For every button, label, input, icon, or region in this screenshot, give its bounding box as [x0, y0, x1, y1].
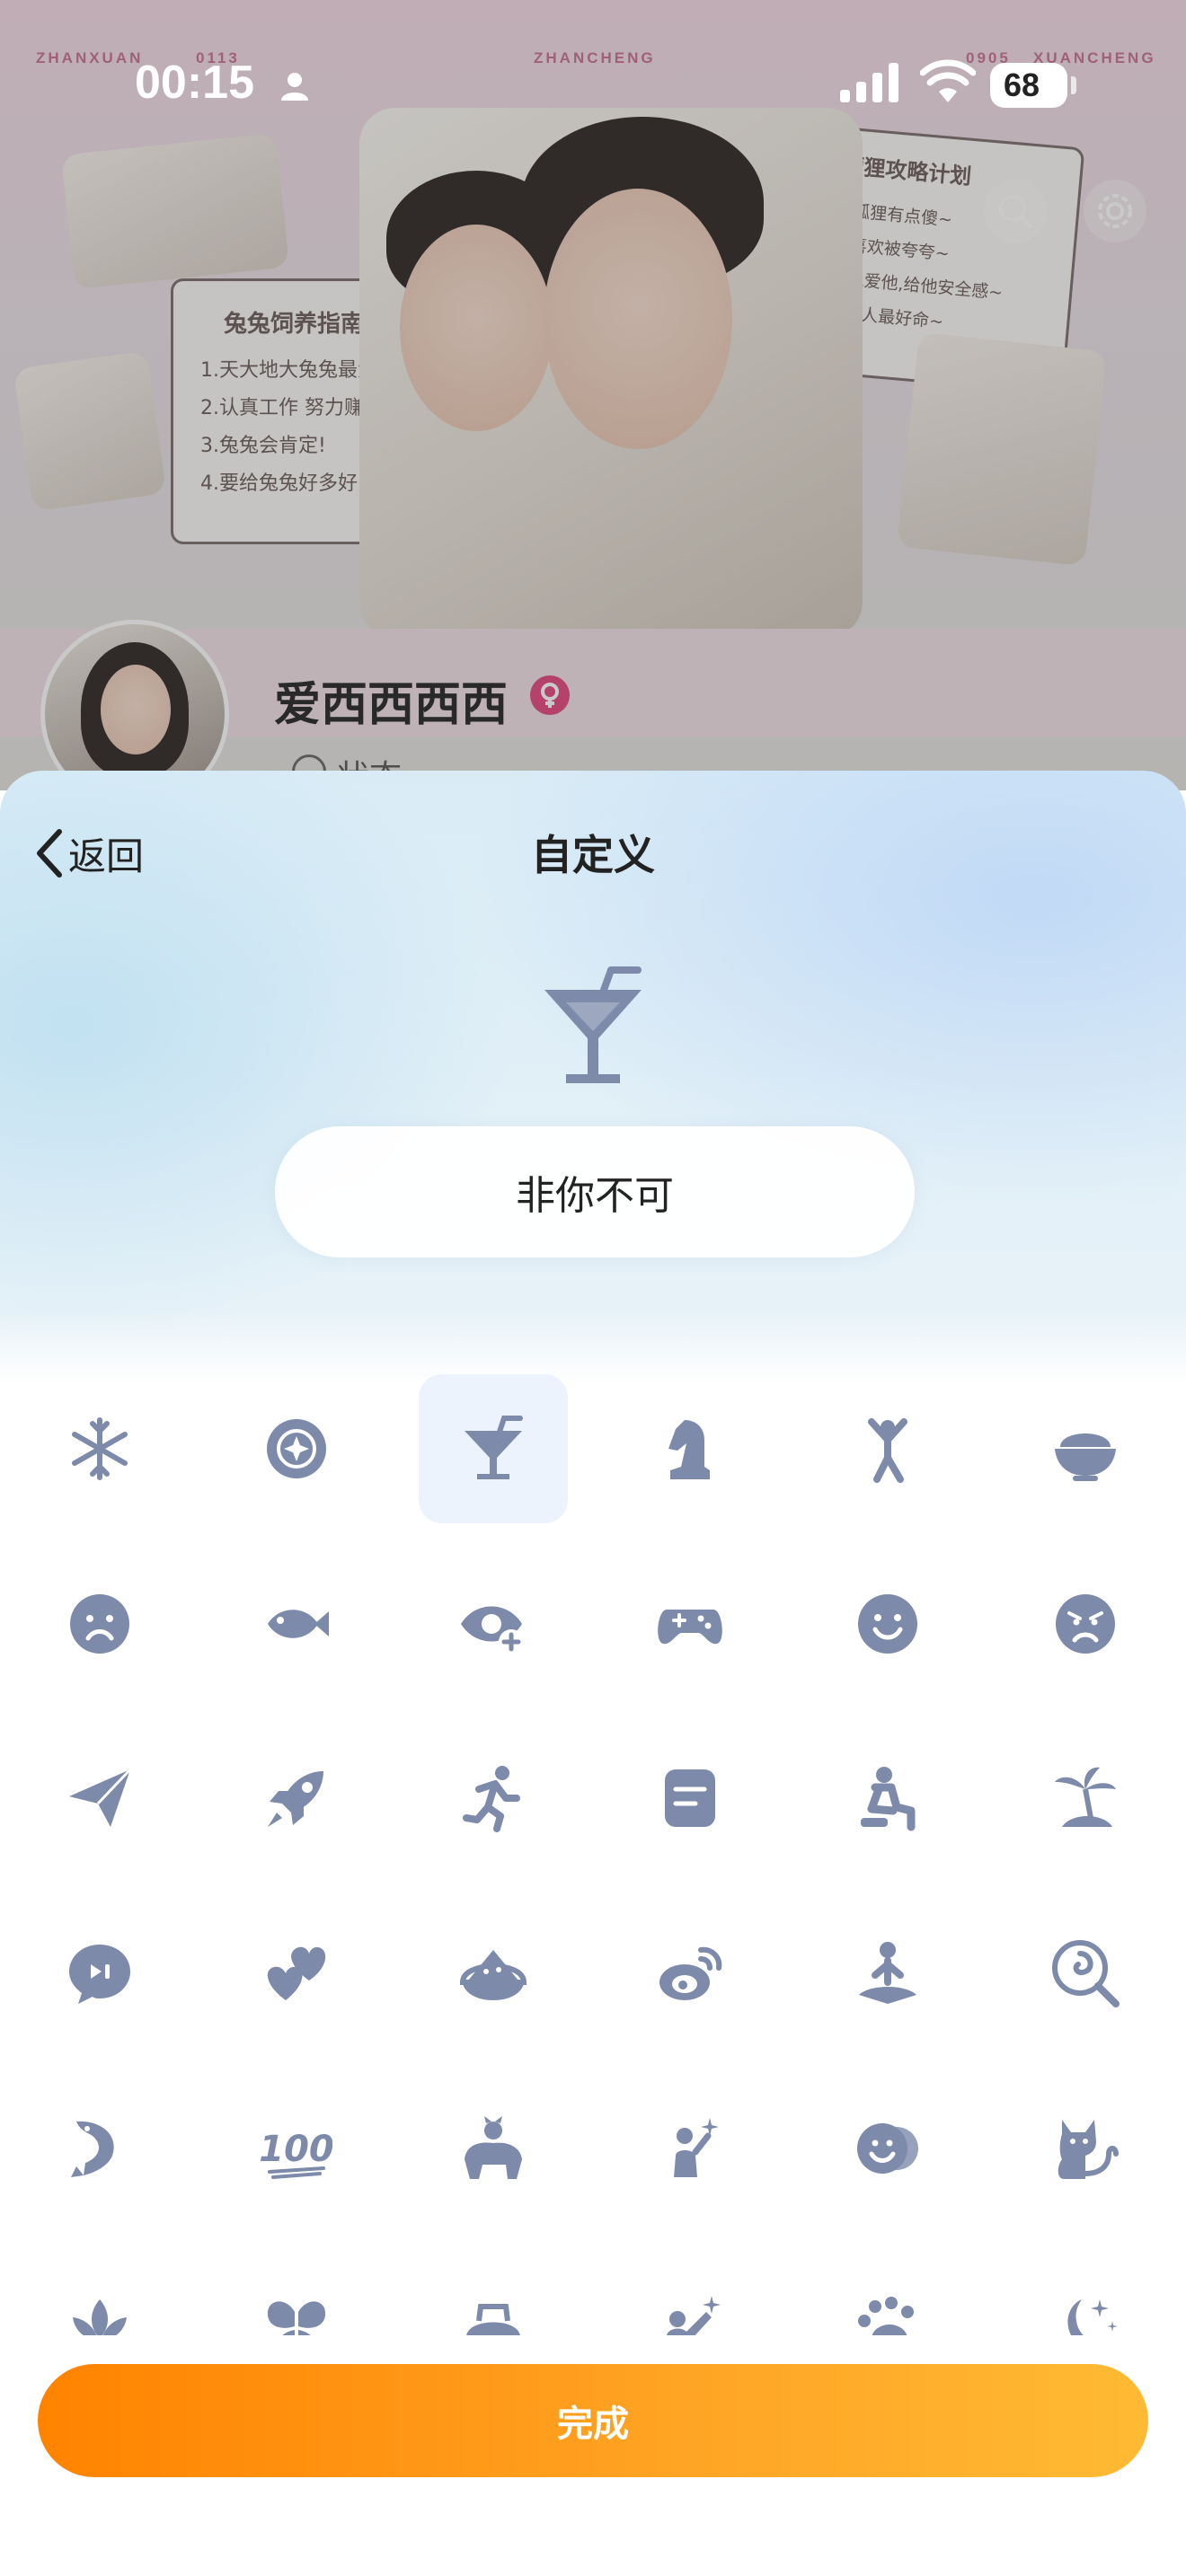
lotus-icon[interactable]	[25, 2252, 174, 2335]
battery-icon: 68	[990, 63, 1067, 108]
note-icon[interactable]	[615, 1724, 765, 1873]
cocktail-icon[interactable]	[419, 1374, 568, 1523]
person-icon	[279, 70, 311, 106]
gamepad-icon[interactable]	[615, 1549, 765, 1698]
smile-face-icon[interactable]	[813, 1549, 962, 1698]
home-indicator-area	[0, 2515, 1186, 2576]
status-text-input[interactable]	[275, 1126, 915, 1257]
cat-on-bull-icon[interactable]	[419, 2074, 568, 2223]
rice-bowl-icon[interactable]	[1011, 1374, 1160, 1523]
clock: 00:15	[135, 57, 254, 109]
confirm-label: 完成	[557, 2404, 629, 2445]
angry-face-icon[interactable]	[1011, 1549, 1160, 1698]
two-faces-icon[interactable]	[813, 2074, 962, 2223]
running-person-icon[interactable]	[419, 1724, 568, 1873]
icon-grid: 100	[0, 1374, 1186, 2335]
chess-knight-icon[interactable]	[615, 1374, 765, 1523]
wifi-icon	[919, 59, 977, 108]
sheet-title: 自定义	[531, 831, 655, 879]
svg-text:100: 100	[261, 2129, 332, 2170]
magic-person-icon[interactable]	[615, 2252, 765, 2335]
snowflake-icon[interactable]	[25, 1374, 174, 1523]
moon-stars-icon[interactable]	[1011, 2252, 1160, 2335]
selected-status-icon	[539, 965, 647, 1094]
double-heart-icon[interactable]	[222, 1899, 371, 2048]
chat-play-icon[interactable]	[25, 1899, 174, 2048]
hundred-icon[interactable]: 100	[222, 2074, 371, 2223]
confirm-button[interactable]: 完成	[38, 2364, 1148, 2477]
celebrating-person-icon[interactable]	[615, 2074, 765, 2223]
weibo-icon[interactable]	[615, 1899, 765, 2048]
paper-plane-icon[interactable]	[25, 1724, 174, 1873]
butterfly-icon[interactable]	[222, 2252, 371, 2335]
eye-plus-icon[interactable]	[419, 1549, 568, 1698]
battery-level: 68	[1003, 66, 1040, 103]
watermelon-icon[interactable]	[419, 1899, 568, 2048]
sitting-person-icon[interactable]	[813, 1724, 962, 1873]
cup-icon[interactable]	[419, 2252, 568, 2335]
fish-icon[interactable]	[222, 1549, 371, 1698]
mooncake-icon[interactable]	[222, 1374, 371, 1523]
sad-face-icon[interactable]	[25, 1549, 174, 1698]
lollipop-icon[interactable]	[1011, 1899, 1160, 2048]
stretching-person-icon[interactable]	[813, 1374, 962, 1523]
cellular-signal-icon	[840, 63, 899, 106]
palm-island-icon[interactable]	[1011, 1724, 1160, 1873]
status-bar: 00:15 68	[0, 0, 1186, 171]
meditation-icon[interactable]	[813, 1899, 962, 2048]
jumping-fish-icon[interactable]	[25, 2074, 174, 2223]
cat-icon[interactable]	[1011, 2074, 1160, 2223]
paw-icon[interactable]	[813, 2252, 962, 2335]
sheet-header: 返回 自定义	[0, 771, 1186, 923]
battery-tip	[1071, 76, 1076, 94]
rocket-icon[interactable]	[222, 1724, 371, 1873]
